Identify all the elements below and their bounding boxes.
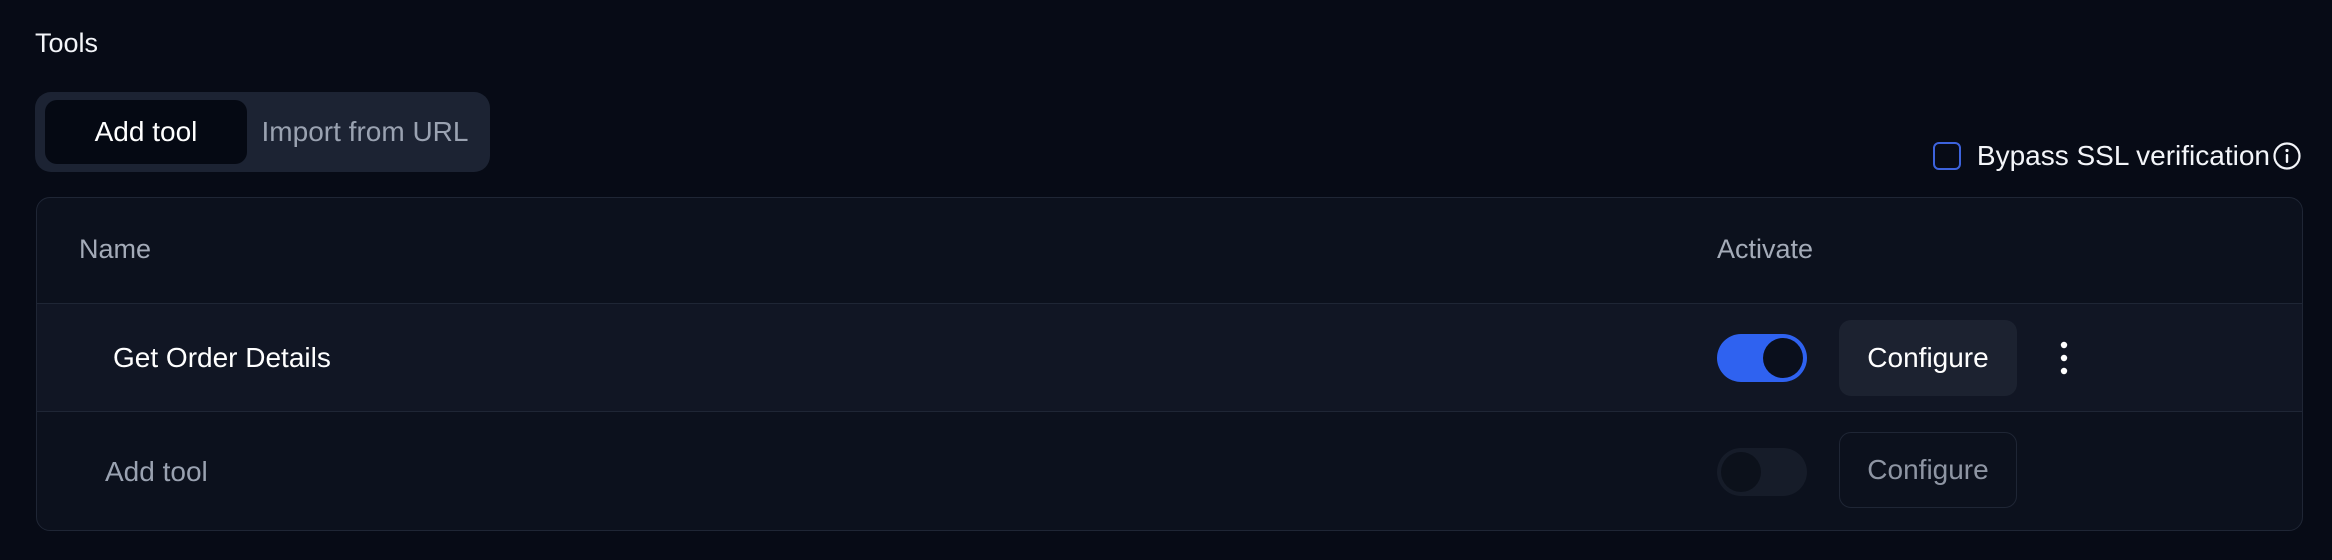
tools-section-title: Tools [35,28,99,58]
add-tool-placeholder[interactable]: Add tool [105,456,208,488]
table-header: Name Activate [37,198,2302,304]
table-row-add-tool: Add tool Configure [37,412,2302,530]
tool-name: Get Order Details [113,342,331,373]
more-vertical-icon[interactable] [2054,338,2074,378]
activate-toggle-disabled [1717,448,1807,496]
toggle-knob [1763,338,1803,378]
toggle-knob [1721,452,1761,492]
tools-table: Name Activate Get Order Details Configur… [36,197,2303,531]
bypass-ssl-label[interactable]: Bypass SSL verification [1977,140,2270,172]
tab-add-tool[interactable]: Add tool [45,100,247,164]
info-icon[interactable] [2272,141,2302,171]
configure-button-disabled: Configure [1839,432,2017,508]
configure-button[interactable]: Configure [1839,320,2017,396]
column-header-name: Name [79,234,152,264]
tool-source-tabs: Add tool Import from URL [35,92,490,172]
bypass-ssl-checkbox[interactable] [1932,142,1961,170]
tab-import-from-url[interactable]: Import from URL [247,100,483,164]
table-row: Get Order Details Configure [37,304,2302,412]
activate-toggle[interactable] [1717,334,1807,382]
bypass-ssl-option: Bypass SSL verification [1932,140,2302,172]
column-header-activate: Activate [1717,234,1814,264]
